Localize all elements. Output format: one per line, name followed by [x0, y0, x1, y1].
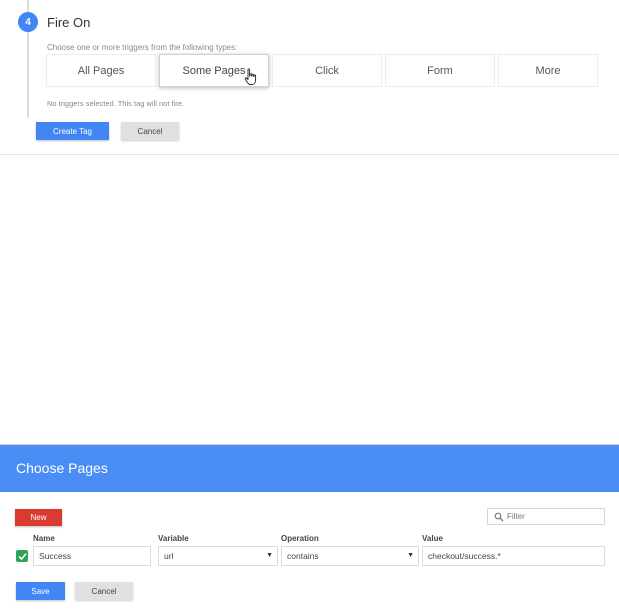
trigger-click-button[interactable]: Click: [272, 54, 382, 87]
trigger-type-row: All Pages Some Pages Click Form More: [46, 54, 601, 87]
dropdown-caret-icon: ▼: [407, 552, 414, 559]
new-button[interactable]: New: [15, 509, 62, 526]
dialog-header: Choose Pages: [0, 445, 619, 492]
column-header-value: Value: [422, 534, 443, 543]
fire-on-panel: 4 Fire On Choose one or more triggers fr…: [0, 0, 619, 155]
trigger-form-button[interactable]: Form: [385, 54, 495, 87]
choose-pages-dialog: Choose Pages New Name Variable Operation…: [0, 444, 619, 614]
variable-select[interactable]: url ▼: [158, 546, 278, 566]
variable-value: url: [164, 551, 174, 561]
name-input[interactable]: Success: [33, 546, 151, 566]
column-header-name: Name: [33, 534, 55, 543]
value-text: checkout/success.*: [428, 551, 501, 561]
step-number-badge: 4: [18, 12, 38, 32]
name-value: Success: [39, 551, 72, 561]
operation-select[interactable]: contains ▼: [281, 546, 419, 566]
filter-input[interactable]: [507, 512, 597, 521]
no-triggers-message: No triggers selected. This tag will not …: [47, 99, 185, 108]
dropdown-caret-icon: ▼: [266, 552, 273, 559]
create-tag-button[interactable]: Create Tag: [36, 122, 109, 140]
operation-value: contains: [287, 551, 319, 561]
step-title: Fire On: [47, 15, 91, 30]
value-input[interactable]: checkout/success.*: [422, 546, 605, 566]
search-icon: [494, 512, 504, 521]
dialog-title: Choose Pages: [16, 460, 108, 476]
pointer-hand-icon: [244, 68, 257, 85]
filter-field[interactable]: [487, 508, 605, 525]
save-button[interactable]: Save: [16, 582, 65, 600]
cancel-button[interactable]: Cancel: [121, 122, 179, 140]
dialog-cancel-button[interactable]: Cancel: [75, 582, 133, 600]
row-enabled-checkbox[interactable]: [16, 550, 28, 562]
checkmark-icon: [17, 552, 27, 560]
column-header-operation: Operation: [281, 534, 319, 543]
column-header-variable: Variable: [158, 534, 189, 543]
trigger-all-pages-button[interactable]: All Pages: [46, 54, 156, 87]
step-description: Choose one or more triggers from the fol…: [47, 43, 238, 52]
trigger-more-button[interactable]: More: [498, 54, 598, 87]
